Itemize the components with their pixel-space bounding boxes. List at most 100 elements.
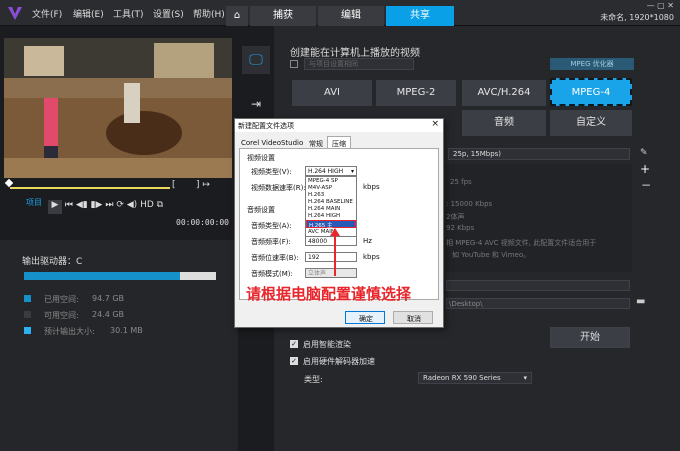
project-title: 未命名, 1920*1080 xyxy=(600,13,674,22)
mark-out-icon[interactable]: ] ↦ xyxy=(196,180,210,190)
smart-render-checkbox[interactable]: ✓ xyxy=(290,340,298,348)
gpu-value: Radeon RX 590 Series xyxy=(423,374,501,382)
dialog-title: 新建配置文件选项 xyxy=(238,122,294,130)
output-drive-label: 输出驱动器：C xyxy=(22,257,83,267)
computer-icon[interactable]: 🖵 xyxy=(242,46,270,74)
add-profile-icon[interactable]: + xyxy=(640,162,650,176)
path-field[interactable]: \Desktop\ xyxy=(446,298,630,309)
annotation-text: 请根据电脑配置谨慎选择 xyxy=(246,285,412,303)
video-option[interactable]: M4V-ASP xyxy=(308,185,332,191)
profile-dropdown[interactable]: 25p, 15Mbps) xyxy=(448,148,630,160)
dialog-ok-button[interactable]: 确定 xyxy=(345,311,385,324)
format-avc-h264[interactable]: AVC/H.264 xyxy=(462,80,546,106)
type-label: 类型: xyxy=(304,375,323,384)
audio-bitrate-unit: kbps xyxy=(363,253,380,261)
info-fps: 25 fps xyxy=(450,178,472,186)
info-desc-1: 相 MPEG-4 AVC 视频文件, 此配置文件适合用于 xyxy=(446,239,597,247)
menu-edit[interactable]: 编辑(E) xyxy=(73,7,104,20)
dialog-cancel-button[interactable]: 取消 xyxy=(393,311,433,324)
mpeg-optimizer-button[interactable]: MPEG 优化器 xyxy=(550,58,634,70)
audio-rate-unit: Hz xyxy=(363,237,372,245)
storage-panel: 输出驱动器：C 已用空间: 94.7 GB 可用空间: 24.4 GB 预计输出… xyxy=(0,240,238,451)
video-type-value: H.264 HIGH xyxy=(308,168,344,175)
audio-group-label: 音频设置 xyxy=(247,206,275,214)
free-swatch xyxy=(24,311,31,318)
hd-label[interactable]: HD xyxy=(140,200,154,210)
video-option[interactable]: H.264 BASELINE xyxy=(308,199,353,205)
video-option[interactable]: MPEG-4 SP xyxy=(308,178,338,184)
volume-icon[interactable]: ◀) xyxy=(127,200,137,210)
gpu-dropdown[interactable]: Radeon RX 590 Series ▾ xyxy=(418,372,532,384)
menu-help[interactable]: 帮助(H) xyxy=(193,7,225,20)
audio-bitrate-value: 192 xyxy=(308,254,320,261)
ok-label: 确定 xyxy=(359,315,373,323)
menu-settings[interactable]: 设置(S) xyxy=(153,7,184,20)
video-option[interactable]: H.264 HIGH xyxy=(308,213,340,219)
remove-profile-icon[interactable]: − xyxy=(641,178,651,192)
playback-controls: ▶ ⏮ ◀▮ ▮▶ ⏭ ⟳ ◀) HD ⧉ xyxy=(48,200,218,216)
audio-rate-label: 音频频率(F): xyxy=(251,238,291,246)
hw-decoder-label: 启用硬件解码器加速 xyxy=(303,357,375,366)
skip-end-icon[interactable]: ⏭ xyxy=(105,200,113,210)
format-avi[interactable]: AVI xyxy=(292,80,372,106)
cancel-label: 取消 xyxy=(407,315,421,323)
video-bitrate-label: 视频数据速率(R): xyxy=(251,184,306,192)
app-logo-icon xyxy=(6,4,24,22)
start-button[interactable]: 开始 xyxy=(550,327,630,348)
audio-bitrate-label: 音频位速率(B): xyxy=(251,254,299,262)
match-project-checkbox[interactable] xyxy=(290,60,298,68)
share-header: 创建能在计算机上播放的视频 xyxy=(290,48,420,59)
filename-field[interactable] xyxy=(446,280,630,291)
format-mpeg4[interactable]: MPEG-4 xyxy=(550,78,632,106)
tab-capture[interactable]: 捕获 xyxy=(250,6,316,26)
device-icon[interactable]: ⇥ xyxy=(242,90,270,118)
chevron-down-icon: ▾ xyxy=(523,374,527,382)
tab-edit[interactable]: 编辑 xyxy=(318,6,384,26)
audio-mode-label: 音频模式(M): xyxy=(251,270,293,278)
video-type-label: 视频类型(V): xyxy=(251,168,292,176)
used-space-value: 94.7 GB xyxy=(92,294,125,303)
tab-share[interactable]: 共享 xyxy=(386,6,454,26)
match-project-dropdown[interactable]: 与项目设置相同 xyxy=(304,58,414,70)
menu-file[interactable]: 文件(F) xyxy=(32,7,62,20)
crop-icon[interactable]: ⧉ xyxy=(157,200,163,210)
skip-start-icon[interactable]: ⏮ xyxy=(65,200,73,210)
dialog-close-icon[interactable]: × xyxy=(431,119,439,129)
audio-type-label: 音频类型(A): xyxy=(251,222,292,230)
play-icon[interactable]: ▶ xyxy=(48,200,62,214)
annotation-arrow-icon xyxy=(330,228,340,276)
timecode[interactable]: 00:00:00:00 xyxy=(176,218,229,227)
mark-in-icon[interactable]: [ xyxy=(172,180,176,190)
video-option-h265: H.265 主 xyxy=(309,223,333,229)
format-custom[interactable]: 自定义 xyxy=(550,110,632,136)
dialog-tab-corel[interactable]: Corel VideoStudio xyxy=(241,139,303,147)
menu-tools[interactable]: 工具(T) xyxy=(113,7,144,20)
video-option-selected[interactable]: H.265 主 xyxy=(306,220,356,229)
format-audio[interactable]: 音频 xyxy=(462,110,546,136)
format-mpeg2[interactable]: MPEG-2 xyxy=(376,80,456,106)
info-audio-bitrate: 92 Kbps xyxy=(446,224,475,232)
info-desc-2: 如 YouTube 和 Vimeo。 xyxy=(452,251,531,259)
step-back-icon[interactable]: ◀▮ xyxy=(76,200,88,210)
repeat-icon[interactable]: ⟳ xyxy=(116,200,124,210)
free-space-value: 24.4 GB xyxy=(92,310,125,319)
video-type-dropdown[interactable]: H.264 HIGH ▾ xyxy=(305,166,357,176)
rodeo-frame-image xyxy=(4,38,232,178)
scrubber-track[interactable] xyxy=(10,187,170,189)
used-space-label: 已用空间: xyxy=(44,295,79,304)
step-forward-icon[interactable]: ▮▶ xyxy=(91,200,103,210)
dialog-tab-compression[interactable]: 压缩 xyxy=(327,136,351,148)
project-label[interactable]: 项目 xyxy=(26,197,42,208)
video-option[interactable]: H.263 xyxy=(308,192,324,198)
home-icon: ⌂ xyxy=(233,10,241,21)
title-bar: 文件(F) 编辑(E) 工具(T) 设置(S) 帮助(H) ⌂ 捕获 编辑 共享… xyxy=(0,0,680,26)
video-option[interactable]: H.264 MAIN xyxy=(308,206,340,212)
free-space-label: 可用空间: xyxy=(44,311,79,320)
folder-icon[interactable]: ▬ xyxy=(636,296,645,307)
video-bitrate-unit: kbps xyxy=(363,183,380,191)
hw-decoder-checkbox[interactable]: ✓ xyxy=(290,357,298,365)
home-tab[interactable]: ⌂ xyxy=(226,6,248,26)
window-controls[interactable]: — ▢ ✕ xyxy=(647,1,674,10)
edit-profile-icon[interactable]: ✎ xyxy=(640,148,648,158)
estimate-swatch xyxy=(24,327,31,334)
